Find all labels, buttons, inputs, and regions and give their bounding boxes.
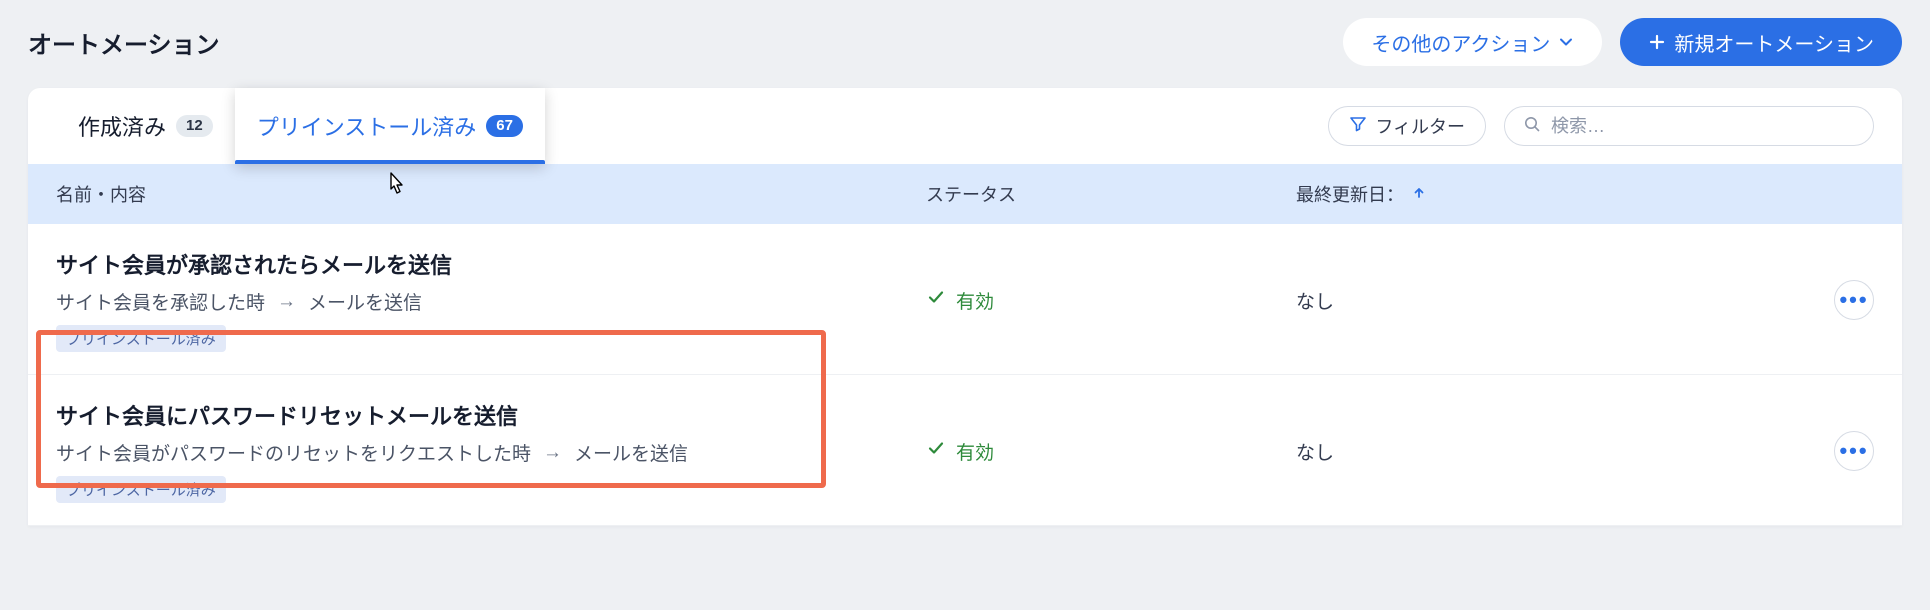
page-title: オートメーション [28, 25, 220, 60]
chevron-down-icon [1558, 34, 1574, 50]
search-field[interactable] [1504, 106, 1874, 146]
filter-button[interactable]: フィルター [1328, 106, 1486, 146]
row-title: サイト会員が承認されたらメールを送信 [56, 248, 926, 280]
tab-created-label: 作成済み [78, 110, 166, 142]
search-input[interactable] [1551, 116, 1855, 137]
more-icon: ••• [1839, 287, 1868, 313]
other-actions-button[interactable]: その他のアクション [1343, 18, 1602, 66]
arrow-right-icon: → [277, 291, 296, 313]
row-action: メールを送信 [574, 439, 688, 466]
status-label: 有効 [956, 287, 994, 314]
tab-preinstalled-label: プリインストール済み [257, 110, 477, 142]
new-automation-label: 新規オートメーション [1674, 28, 1874, 57]
more-icon: ••• [1839, 438, 1868, 464]
other-actions-label: その他のアクション [1371, 28, 1550, 57]
check-icon [926, 438, 946, 464]
row-description: サイト会員がパスワードのリセットをリクエストした時 → メールを送信 [56, 439, 926, 466]
sort-asc-icon [1412, 184, 1426, 205]
check-icon [926, 287, 946, 313]
updated-value: なし [1296, 287, 1334, 314]
row-action: メールを送信 [308, 288, 422, 315]
status-badge: 有効 [926, 438, 1296, 465]
status-label: 有効 [956, 438, 994, 465]
row-description: サイト会員を承認した時 → メールを送信 [56, 288, 926, 315]
col-header-updated-label: 最終更新日： [1296, 181, 1404, 207]
tab-preinstalled[interactable]: プリインストール済み 67 [235, 88, 545, 164]
tab-preinstalled-count: 67 [486, 115, 523, 137]
col-header-name[interactable]: 名前・内容 [56, 181, 926, 207]
col-header-updated[interactable]: 最終更新日： [1296, 181, 1726, 207]
preinstalled-tag: プリインストール済み [56, 325, 226, 352]
row-title: サイト会員にパスワードリセットメールを送信 [56, 399, 926, 431]
filter-icon [1349, 115, 1367, 138]
row-trigger: サイト会員を承認した時 [56, 288, 265, 315]
col-header-status[interactable]: ステータス [926, 181, 1296, 207]
table-header: 名前・内容 ステータス 最終更新日： [28, 164, 1902, 224]
preinstalled-tag: プリインストール済み [56, 476, 226, 503]
new-automation-button[interactable]: 新規オートメーション [1620, 18, 1902, 66]
table-row[interactable]: サイト会員にパスワードリセットメールを送信 サイト会員がパスワードのリセットをリ… [28, 375, 1902, 526]
row-trigger: サイト会員がパスワードのリセットをリクエストした時 [56, 439, 531, 466]
updated-value: なし [1296, 438, 1334, 465]
table-row[interactable]: サイト会員が承認されたらメールを送信 サイト会員を承認した時 → メールを送信 … [28, 224, 1902, 375]
search-icon [1523, 115, 1541, 138]
tab-created-count: 12 [176, 115, 213, 137]
more-actions-button[interactable]: ••• [1834, 431, 1874, 471]
more-actions-button[interactable]: ••• [1834, 280, 1874, 320]
filter-label: フィルター [1375, 113, 1465, 139]
status-badge: 有効 [926, 287, 1296, 314]
plus-icon [1648, 33, 1666, 51]
arrow-right-icon: → [543, 442, 562, 464]
tab-created[interactable]: 作成済み 12 [56, 88, 235, 164]
